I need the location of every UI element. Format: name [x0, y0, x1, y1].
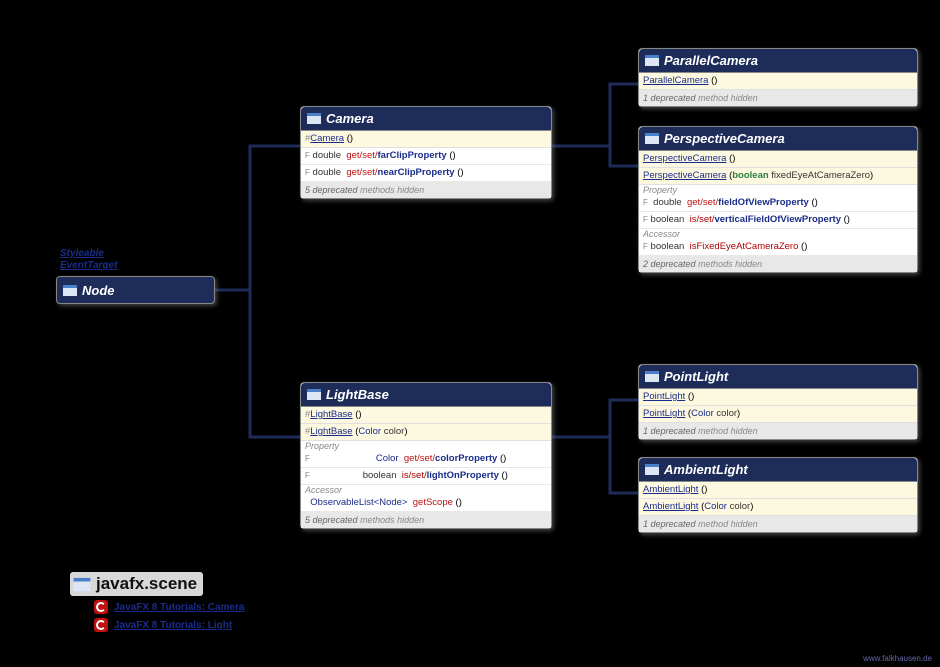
class-icon — [63, 285, 77, 296]
constructor-row: AmbientLight () — [639, 482, 917, 499]
class-title: Node — [82, 283, 115, 298]
class-perspectivecamera: PerspectiveCamera PerspectiveCamera () P… — [638, 126, 918, 273]
class-icon — [307, 113, 321, 124]
section-label: Accessor — [639, 229, 917, 239]
class-header[interactable]: AmbientLight — [639, 458, 917, 482]
constructor-row: AmbientLight (Color color) — [639, 499, 917, 516]
member-name[interactable]: LightBase — [310, 426, 352, 437]
deprecated-row: 1 deprecated method hidden — [639, 90, 917, 106]
constructor-row: #Camera () — [301, 131, 551, 148]
accessor-row: F boolean isFixedEyeAtCameraZero () — [639, 239, 917, 256]
section-label: Property — [639, 185, 917, 195]
member-name[interactable]: AmbientLight — [643, 501, 698, 512]
member-name[interactable]: Camera — [310, 133, 344, 144]
package-label: javafx.scene — [70, 572, 203, 596]
class-parallelcamera: ParallelCamera ParallelCamera () 1 depre… — [638, 48, 918, 107]
interface-eventtarget[interactable]: EventTarget — [60, 260, 117, 272]
class-header[interactable]: Camera — [301, 107, 551, 131]
deprecated-row: 1 deprecated method hidden — [639, 423, 917, 439]
constructor-row: PointLight (Color color) — [639, 406, 917, 423]
constructor-row: PointLight () — [639, 389, 917, 406]
oracle-icon — [94, 618, 108, 632]
constructor-row: #LightBase () — [301, 407, 551, 424]
property-row: F Color get/set/colorProperty () — [301, 451, 551, 468]
member-name[interactable]: PointLight — [643, 408, 685, 419]
member-name[interactable]: LightBase — [310, 409, 352, 420]
class-icon — [645, 133, 659, 144]
member-name[interactable]: farClipProperty — [378, 150, 447, 161]
member-name[interactable]: colorProperty — [435, 453, 497, 464]
class-icon — [645, 464, 659, 475]
section-label: Accessor — [301, 485, 551, 495]
member-name[interactable]: verticalFieldOfViewProperty — [714, 214, 841, 225]
property-row: F boolean is/set/verticalFieldOfViewProp… — [639, 212, 917, 229]
constructor-row: #LightBase (Color color) — [301, 424, 551, 441]
member-name[interactable]: AmbientLight — [643, 484, 698, 495]
class-title: PointLight — [664, 369, 728, 384]
member-name[interactable]: ParallelCamera — [643, 75, 708, 86]
property-row: F boolean is/set/lightOnProperty () — [301, 468, 551, 485]
member-name[interactable]: PointLight — [643, 391, 685, 402]
member-name[interactable]: PerspectiveCamera — [643, 153, 726, 164]
tutorial-link-camera[interactable]: JavaFX 8 Tutorials: Camera — [94, 600, 244, 614]
member-name[interactable]: lightOnProperty — [427, 470, 499, 481]
interface-styleable[interactable]: Styleable — [60, 248, 117, 260]
member-name[interactable]: fieldOfViewProperty — [718, 197, 809, 208]
class-lightbase: LightBase #LightBase () #LightBase (Colo… — [300, 382, 552, 529]
property-row: F double get/set/fieldOfViewProperty () — [639, 195, 917, 212]
class-header[interactable]: ParallelCamera — [639, 49, 917, 73]
member-name[interactable]: PerspectiveCamera — [643, 170, 726, 181]
member-name[interactable]: nearClipProperty — [378, 167, 455, 178]
class-camera: Camera #Camera () F double get/set/farCl… — [300, 106, 552, 199]
class-icon — [307, 389, 321, 400]
constructor-row: ParallelCamera () — [639, 73, 917, 90]
section-label: Property — [301, 441, 551, 451]
class-title: ParallelCamera — [664, 53, 758, 68]
constructor-row: PerspectiveCamera (boolean fixedEyeAtCam… — [639, 168, 917, 185]
class-title: Camera — [326, 111, 374, 126]
class-icon — [74, 577, 91, 590]
deprecated-row: 1 deprecated method hidden — [639, 516, 917, 532]
node-interfaces: Styleable EventTarget — [60, 248, 117, 272]
member-name[interactable]: isFixedEyeAtCameraZero — [690, 241, 799, 252]
class-pointlight: PointLight PointLight () PointLight (Col… — [638, 364, 918, 440]
class-ambientlight: AmbientLight AmbientLight () AmbientLigh… — [638, 457, 918, 533]
member-name[interactable]: getScope — [413, 497, 453, 508]
deprecated-row: 5 deprecated methods hidden — [301, 512, 551, 528]
class-title: PerspectiveCamera — [664, 131, 785, 146]
deprecated-row: 5 deprecated methods hidden — [301, 182, 551, 198]
oracle-icon — [94, 600, 108, 614]
constructor-row: PerspectiveCamera () — [639, 151, 917, 168]
footer-credit[interactable]: www.falkhausen.de — [863, 654, 932, 663]
class-node[interactable]: Node — [56, 276, 215, 304]
class-title: AmbientLight — [664, 462, 748, 477]
accessor-row: ObservableList<Node> getScope () — [301, 495, 551, 512]
deprecated-row: 2 deprecated methods hidden — [639, 256, 917, 272]
class-title: LightBase — [326, 387, 389, 402]
class-icon — [645, 371, 659, 382]
class-header[interactable]: PerspectiveCamera — [639, 127, 917, 151]
package-name: javafx.scene — [96, 574, 197, 594]
tutorial-link-light[interactable]: JavaFX 8 Tutorials: Light — [94, 618, 232, 632]
property-row: F double get/set/nearClipProperty () — [301, 165, 551, 182]
class-header[interactable]: LightBase — [301, 383, 551, 407]
property-row: F double get/set/farClipProperty () — [301, 148, 551, 165]
class-header[interactable]: PointLight — [639, 365, 917, 389]
class-icon — [645, 55, 659, 66]
